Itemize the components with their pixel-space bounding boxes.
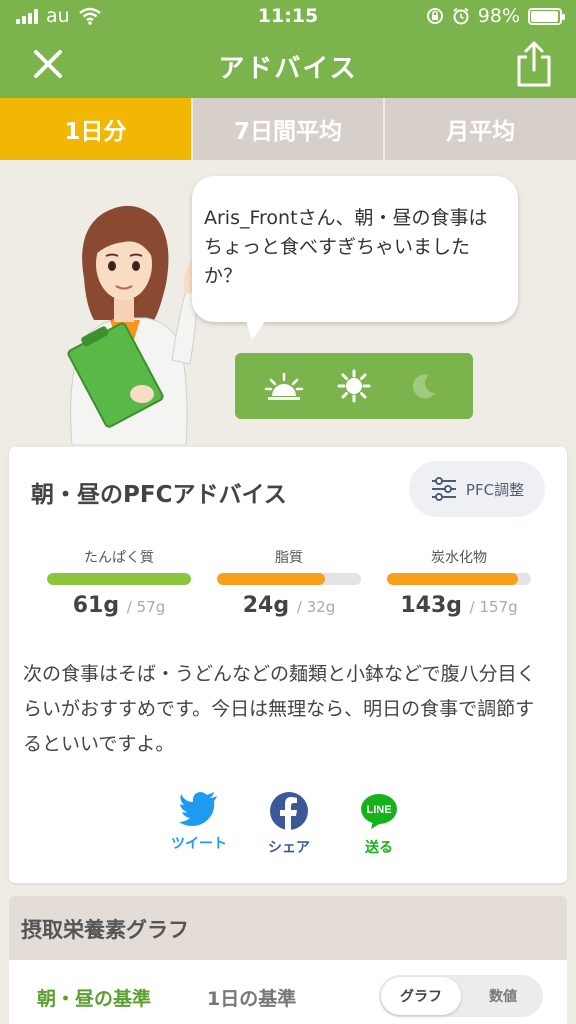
option-day-basis[interactable]: 1日の基準: [207, 984, 296, 1011]
nutrient-bar: [47, 573, 191, 585]
nutrient-name: 炭水化物: [431, 550, 487, 566]
nutrient-protein: たんぱく質 61g / 57g: [47, 547, 191, 618]
nutrient-bar-fill: [387, 573, 519, 585]
status-right: 98%: [426, 5, 565, 27]
line-icon: LINE: [361, 794, 397, 829]
tab-1day[interactable]: 1日分: [0, 98, 193, 160]
nutrient-value-row: 61g / 57g: [47, 593, 191, 618]
speech-bubble: Aris_Frontさん、朝・昼の食事はちょっと食べすぎちゃいましたか？: [192, 176, 518, 340]
line-send-button[interactable]: LINE 送る: [339, 791, 419, 857]
nutrient-bar-fill: [217, 573, 325, 585]
sliders-icon: [431, 477, 456, 501]
facebook-icon: [270, 792, 308, 831]
nutrient-carbs: 炭水化物 143g / 157g: [387, 547, 531, 618]
facebook-share-label: シェア: [268, 840, 310, 856]
tweet-button[interactable]: ツイート: [159, 791, 239, 857]
sunrise-icon[interactable]: [264, 366, 304, 406]
moon-icon[interactable]: [404, 366, 444, 406]
nutrient-target: / 57g: [126, 598, 166, 616]
nutrient-target: / 157g: [469, 598, 518, 616]
nutrient-target: / 32g: [296, 598, 336, 616]
pfc-card-title: 朝・昼のPFCアドバイス: [31, 482, 287, 508]
period-tabs: 1日分 7日間平均 月平均: [0, 98, 576, 160]
pfc-adjust-label: PFC調整: [465, 480, 525, 499]
advice-message: Aris_Frontさん、朝・昼の食事はちょっと食べすぎちゃいましたか？: [204, 207, 488, 287]
nutrient-value: 143g: [400, 593, 462, 618]
option-meal-basis[interactable]: 朝・昼の基準: [37, 984, 151, 1011]
nutrient-name: 脂質: [275, 550, 303, 566]
share-buttons: ツイート シェア LINE 送る: [159, 791, 419, 857]
svg-text:LINE: LINE: [366, 804, 391, 816]
line-send-label: 送る: [365, 840, 393, 856]
battery-percent: 98%: [477, 5, 520, 27]
sun-icon[interactable]: [334, 366, 374, 406]
battery-icon: [528, 7, 565, 25]
tab-monthly-average[interactable]: 月平均: [385, 98, 576, 160]
status-bar: au 11:15 98%: [0, 0, 576, 32]
toggle-numbers[interactable]: 数値: [463, 975, 543, 1017]
nutrient-bar: [217, 573, 361, 585]
tweet-label: ツイート: [171, 836, 227, 852]
toggle-graph[interactable]: グラフ: [381, 977, 461, 1015]
page-title: アドバイス: [218, 54, 358, 84]
nutrient-bar-fill: [47, 573, 191, 585]
twitter-icon: [179, 792, 217, 826]
nutrient-bar: [387, 573, 531, 585]
nutrient-value: 61g: [72, 593, 120, 618]
nutrient-graph-card: 摂取栄養素グラフ 朝・昼の基準 1日の基準 グラフ 数値: [9, 896, 567, 1024]
meal-selector: [235, 353, 473, 419]
advisor-section: Aris_Frontさん、朝・昼の食事はちょっと食べすぎちゃいましたか？: [0, 160, 576, 445]
orientation-lock-icon: [426, 8, 443, 24]
nutrient-value-row: 143g / 157g: [387, 593, 531, 618]
bubble-tail: [244, 314, 270, 340]
nutrient-value: 24g: [242, 593, 290, 618]
nav-bar: アドバイス: [0, 32, 576, 98]
share-icon[interactable]: [514, 40, 554, 88]
tab-7day-average[interactable]: 7日間平均: [192, 98, 386, 160]
battery-fill: [531, 10, 559, 22]
pfc-advice-card: 朝・昼のPFCアドバイス PFC調整 たんぱく質 61g / 57g 脂質 24…: [9, 447, 567, 883]
facebook-share-button[interactable]: シェア: [249, 791, 329, 857]
nutrient-name: たんぱく質: [84, 550, 154, 566]
pfc-adjust-button[interactable]: PFC調整: [409, 461, 545, 517]
nutrient-list: たんぱく質 61g / 57g 脂質 24g / 32g 炭水化物 143g /…: [47, 547, 531, 618]
pfc-advice-text: 次の食事はそば・うどんなどの麺類と小鉢などで腹八分目くらいがおすすめです。今日は…: [23, 663, 536, 755]
view-toggle: グラフ 数値: [379, 975, 543, 1017]
graph-options: 朝・昼の基準 1日の基準 グラフ 数値: [9, 960, 567, 1024]
alarm-icon: [453, 7, 469, 25]
graph-card-title: 摂取栄養素グラフ: [9, 896, 567, 960]
nutrient-fat: 脂質 24g / 32g: [217, 547, 361, 618]
nutrient-value-row: 24g / 32g: [217, 593, 361, 618]
